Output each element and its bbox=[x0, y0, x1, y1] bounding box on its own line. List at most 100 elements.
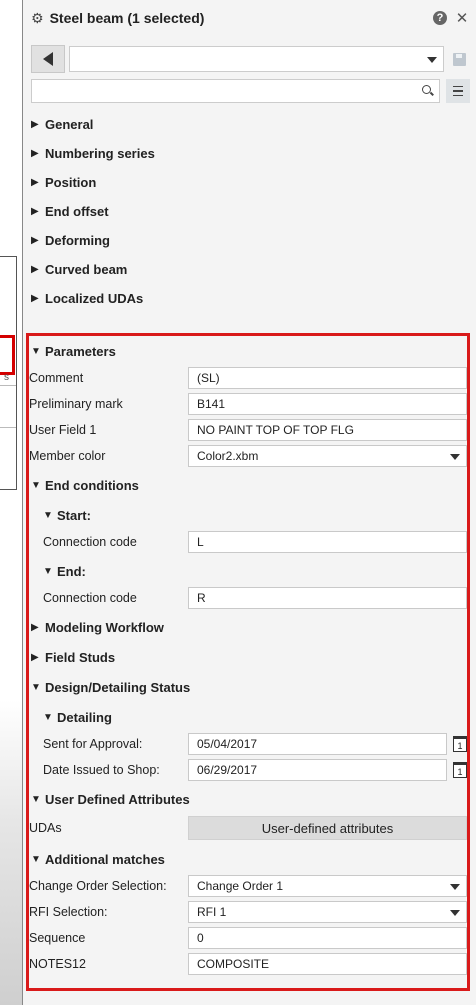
preliminary-mark-label: Preliminary mark bbox=[29, 397, 123, 411]
group-general[interactable]: ▶ General bbox=[31, 110, 470, 139]
collapse-arrow-icon: ▼ bbox=[31, 681, 41, 693]
expand-arrow-icon: ▶ bbox=[31, 235, 39, 246]
menu-button[interactable] bbox=[446, 79, 470, 103]
group-label: Position bbox=[45, 175, 97, 190]
collapse-arrow-icon: ▼ bbox=[31, 793, 41, 805]
comment-field[interactable]: (SL) bbox=[188, 367, 467, 389]
search-input[interactable] bbox=[31, 79, 440, 103]
change-order-select[interactable]: Change Order 1 bbox=[188, 875, 467, 897]
start-connection-row: Connection code L bbox=[29, 530, 467, 554]
member-color-row: Member color Color2.xbm bbox=[29, 444, 467, 468]
preliminary-mark-field[interactable]: B141 bbox=[188, 393, 467, 415]
close-icon[interactable]: ✕ bbox=[454, 10, 470, 27]
group-curved-beam[interactable]: ▶ Curved beam bbox=[31, 255, 470, 284]
panel-title: Steel beam (1 selected) bbox=[49, 10, 205, 26]
background-divider bbox=[0, 427, 16, 428]
group-user-defined-attributes[interactable]: ▼ User Defined Attributes bbox=[29, 784, 467, 814]
group-field-studs[interactable]: ▶ Field Studs bbox=[29, 642, 467, 672]
rfi-row: RFI Selection: RFI 1 bbox=[29, 900, 467, 924]
expand-arrow-icon: ▶ bbox=[31, 293, 39, 304]
group-label: Start: bbox=[57, 507, 91, 523]
end-connection-field[interactable]: R bbox=[188, 587, 467, 609]
group-detailing[interactable]: ▼ Detailing bbox=[29, 702, 467, 732]
member-color-label: Member color bbox=[29, 449, 106, 463]
dropdown-caret-icon bbox=[450, 910, 460, 916]
toolbar bbox=[31, 44, 470, 74]
group-label: Numbering series bbox=[45, 146, 155, 161]
change-order-row: Change Order Selection: Change Order 1 bbox=[29, 874, 467, 898]
comment-label: Comment bbox=[29, 371, 84, 385]
group-label: User Defined Attributes bbox=[45, 791, 190, 807]
group-end[interactable]: ▼ End: bbox=[29, 556, 467, 586]
back-arrow-icon bbox=[43, 52, 53, 66]
group-design-detailing-status[interactable]: ▼ Design/Detailing Status bbox=[29, 672, 467, 702]
change-order-value: Change Order 1 bbox=[197, 879, 284, 893]
sent-for-approval-field[interactable]: 05/04/2017 bbox=[188, 733, 447, 755]
back-button[interactable] bbox=[31, 45, 65, 73]
collapse-arrow-icon: ▼ bbox=[43, 509, 53, 521]
group-numbering-series[interactable]: ▶ Numbering series bbox=[31, 139, 470, 168]
collapse-arrow-icon: ▼ bbox=[31, 345, 41, 357]
save-icon bbox=[452, 52, 466, 66]
member-color-select[interactable]: Color2.xbm bbox=[188, 445, 467, 467]
collapse-arrow-icon: ▼ bbox=[31, 479, 41, 491]
collapse-arrow-icon: ▼ bbox=[31, 853, 41, 865]
notes12-row: NOTES12 COMPOSITE bbox=[29, 952, 467, 976]
preliminary-mark-row: Preliminary mark B141 bbox=[29, 392, 467, 416]
udas-row: UDAs User-defined attributes bbox=[29, 814, 467, 842]
group-label: General bbox=[45, 117, 94, 132]
user-field-1-field[interactable]: NO PAINT TOP OF TOP FLG bbox=[188, 419, 467, 441]
background-shade bbox=[0, 700, 22, 1005]
menu-icon-line bbox=[453, 90, 463, 92]
notes12-field[interactable]: COMPOSITE bbox=[188, 953, 467, 975]
date-issued-field[interactable]: 06/29/2017 bbox=[188, 759, 447, 781]
group-label: Field Studs bbox=[45, 649, 116, 665]
member-color-value: Color2.xbm bbox=[197, 449, 259, 463]
group-position[interactable]: ▶ Position bbox=[31, 168, 470, 197]
rfi-value: RFI 1 bbox=[197, 905, 227, 919]
rfi-select[interactable]: RFI 1 bbox=[188, 901, 467, 923]
start-connection-field[interactable]: L bbox=[188, 531, 467, 553]
group-end-conditions[interactable]: ▼ End conditions bbox=[29, 470, 467, 500]
group-deforming[interactable]: ▶ Deforming bbox=[31, 226, 470, 255]
collapsed-groups: ▶ General ▶ Numbering series ▶ Position ▶ En… bbox=[31, 110, 470, 313]
collapse-arrow-icon: ▼ bbox=[43, 711, 53, 723]
group-label: Parameters bbox=[45, 343, 116, 359]
save-button[interactable] bbox=[448, 46, 470, 72]
expand-arrow-icon: ▶ bbox=[31, 206, 39, 217]
property-panel: ⚙ Steel beam (1 selected) ? ✕ ▶ General ▶… bbox=[22, 0, 476, 1005]
group-modeling-workflow[interactable]: ▶ Modeling Workflow bbox=[29, 612, 467, 642]
group-parameters[interactable]: ▼ Parameters bbox=[29, 336, 467, 366]
group-label: Deforming bbox=[45, 233, 110, 248]
start-connection-label: Connection code bbox=[43, 535, 137, 549]
property-set-dropdown[interactable] bbox=[69, 46, 444, 72]
parameters-section: ▼ Parameters Comment (SL) Preliminary mark… bbox=[29, 336, 467, 978]
menu-icon-line bbox=[453, 94, 463, 97]
background-red-highlight bbox=[0, 335, 15, 375]
expand-arrow-icon: ▶ bbox=[31, 177, 39, 188]
sequence-field[interactable]: 0 bbox=[188, 927, 467, 949]
group-label: End offset bbox=[45, 204, 109, 219]
group-label: Detailing bbox=[57, 709, 112, 725]
calendar-icon[interactable]: 1 bbox=[453, 736, 467, 752]
date-issued-label: Date Issued to Shop: bbox=[43, 763, 160, 777]
group-localized-udas[interactable]: ▶ Localized UDAs bbox=[31, 284, 470, 313]
expand-arrow-icon: ▶ bbox=[31, 651, 39, 663]
group-label: End: bbox=[57, 563, 86, 579]
expand-arrow-icon: ▶ bbox=[31, 119, 39, 130]
user-field-1-label: User Field 1 bbox=[29, 423, 97, 437]
comment-row: Comment (SL) bbox=[29, 366, 467, 390]
calendar-icon[interactable]: 1 bbox=[453, 762, 467, 778]
gear-icon: ⚙ bbox=[31, 9, 44, 26]
rfi-label: RFI Selection: bbox=[29, 905, 108, 919]
user-defined-attributes-button[interactable]: User-defined attributes bbox=[188, 816, 467, 840]
group-end-offset[interactable]: ▶ End offset bbox=[31, 197, 470, 226]
help-icon[interactable]: ? bbox=[432, 10, 448, 26]
group-additional-matches[interactable]: ▼ Additional matches bbox=[29, 844, 467, 874]
sent-for-approval-label: Sent for Approval: bbox=[43, 737, 143, 751]
dropdown-caret-icon bbox=[450, 884, 460, 890]
collapse-arrow-icon: ▼ bbox=[43, 565, 53, 577]
group-start[interactable]: ▼ Start: bbox=[29, 500, 467, 530]
group-label: End conditions bbox=[45, 477, 139, 493]
background-divider bbox=[0, 385, 16, 386]
